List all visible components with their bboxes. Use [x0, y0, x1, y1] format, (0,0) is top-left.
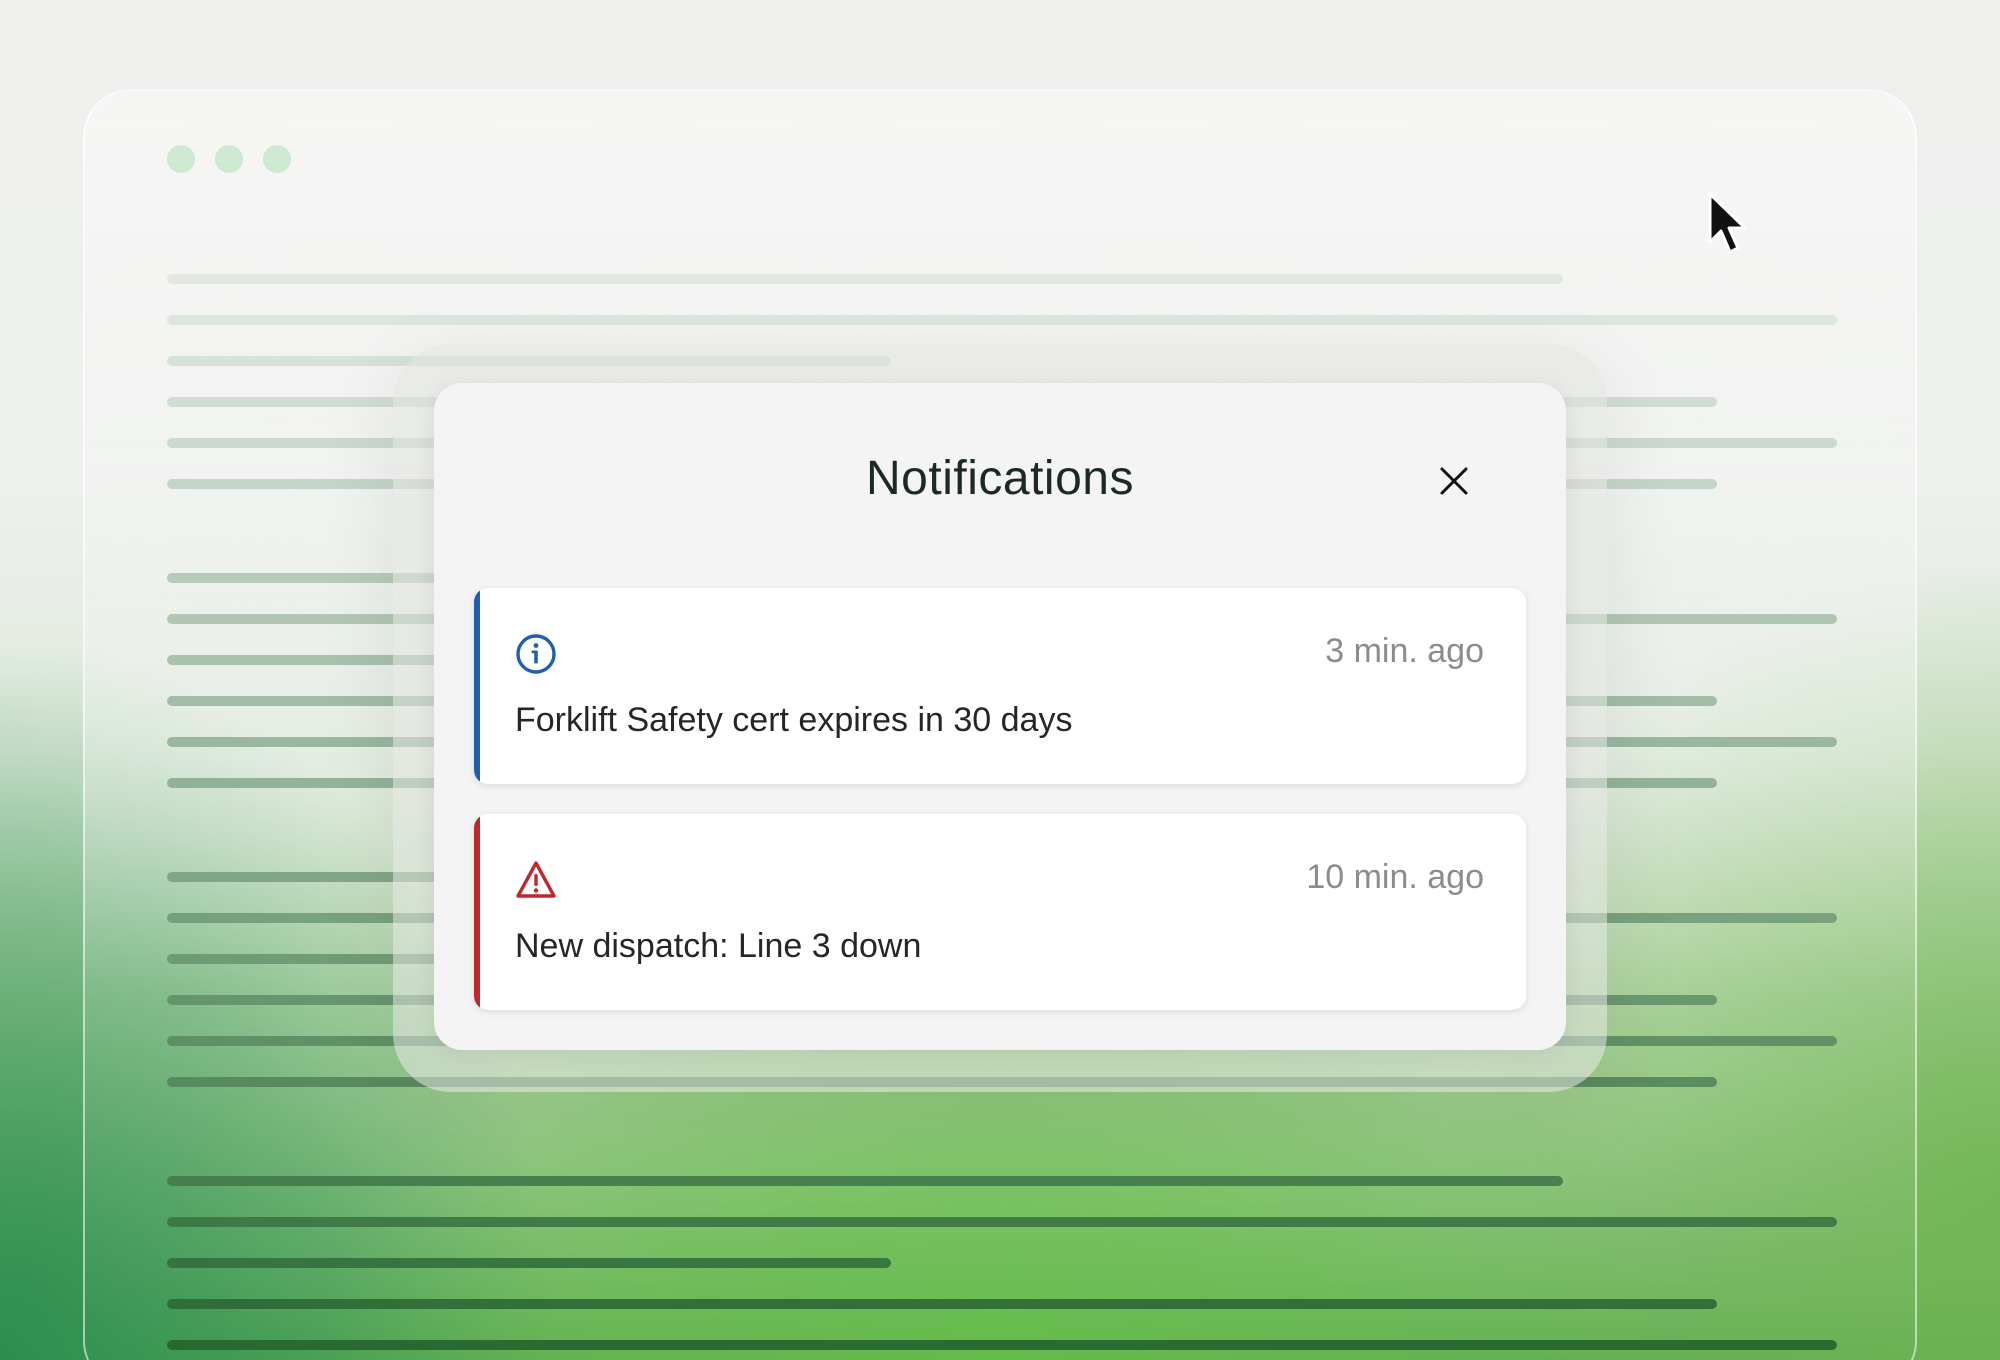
warning-icon [514, 858, 558, 902]
window-maximize-dot[interactable] [263, 145, 291, 173]
placeholder-line [167, 315, 1837, 325]
dialog-title: Notifications [866, 452, 1134, 505]
desktop-background: Notifications 3 min. ago Forklift Safety… [0, 0, 2000, 1360]
notification-timestamp: 10 min. ago [1306, 858, 1484, 896]
notification-message: New dispatch: Line 3 down [515, 927, 922, 965]
notification-card-info[interactable]: 3 min. ago Forklift Safety cert expires … [474, 588, 1526, 784]
window-controls [167, 145, 291, 173]
window-minimize-dot[interactable] [215, 145, 243, 173]
placeholder-line [167, 1299, 1717, 1309]
close-button[interactable] [1434, 461, 1474, 501]
placeholder-line [167, 1340, 1837, 1350]
mouse-pointer-icon [1708, 192, 1747, 254]
notification-timestamp: 3 min. ago [1325, 632, 1484, 670]
placeholder-line [167, 1176, 1563, 1186]
notification-accent-bar [474, 588, 480, 784]
placeholder-line [167, 1258, 891, 1268]
placeholder-line [167, 1217, 1837, 1227]
notifications-dialog: Notifications 3 min. ago Forklift Safety… [434, 383, 1566, 1050]
notification-card-warning[interactable]: 10 min. ago New dispatch: Line 3 down [474, 814, 1526, 1010]
window-close-dot[interactable] [167, 145, 195, 173]
placeholder-line [167, 274, 1563, 284]
info-icon [514, 632, 558, 676]
notification-message: Forklift Safety cert expires in 30 days [515, 701, 1073, 739]
close-icon [1440, 467, 1468, 495]
notification-accent-bar [474, 814, 480, 1010]
